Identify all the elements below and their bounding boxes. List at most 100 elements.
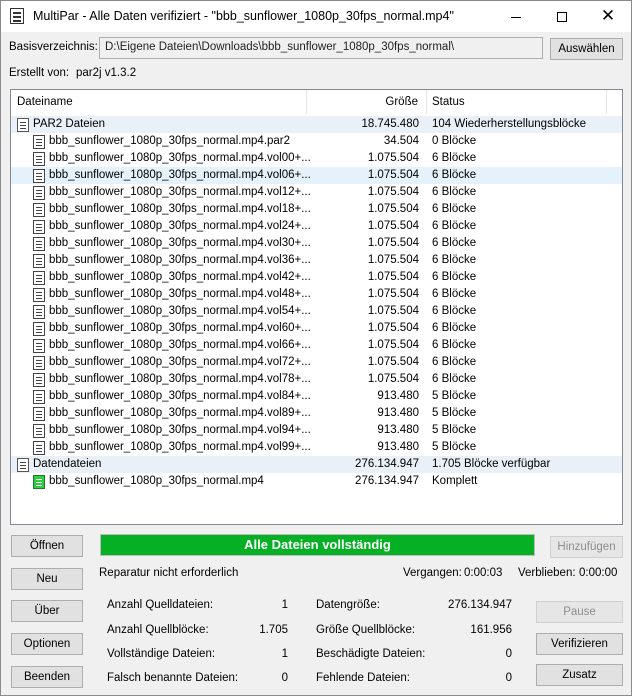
file-name: bbb_sunflower_1080p_30fps_normal.mp4.vol…: [49, 390, 311, 402]
file-status: 6 Blöcke: [432, 169, 477, 181]
file-size: 276.134.947: [355, 458, 419, 470]
file-size: 1.075.504: [367, 203, 419, 215]
par2-file-icon: [33, 407, 45, 421]
source-files-count-value: 1: [281, 599, 288, 611]
main-window: MultiPar - Alle Daten verifiziert - "bbb…: [0, 0, 632, 696]
file-status: 6 Blöcke: [432, 220, 477, 232]
file-size: 1.075.504: [367, 186, 419, 198]
list-item[interactable]: bbb_sunflower_1080p_30fps_normal.mp4.vol…: [11, 303, 622, 320]
list-item[interactable]: bbb_sunflower_1080p_30fps_normal.mp4.vol…: [11, 150, 622, 167]
verify-button[interactable]: Verifizieren: [536, 633, 623, 655]
file-name: bbb_sunflower_1080p_30fps_normal.mp4.vol…: [49, 288, 311, 300]
list-item[interactable]: bbb_sunflower_1080p_30fps_normal.mp4.vol…: [11, 371, 622, 388]
maximize-button[interactable]: [539, 1, 585, 32]
complete-file-icon: [33, 475, 45, 489]
list-item[interactable]: bbb_sunflower_1080p_30fps_normal.mp4.par…: [11, 133, 622, 150]
list-group-row[interactable]: Datendateien 276.134.947 1.705 Blöcke verf…: [11, 456, 622, 473]
file-size: 276.134.947: [355, 475, 419, 487]
source-block-size-value: 161.956: [470, 624, 512, 636]
par2-file-icon: [33, 424, 45, 438]
list-item[interactable]: bbb_sunflower_1080p_30fps_normal.mp4.vol…: [11, 201, 622, 218]
file-list[interactable]: Dateiname Größe Status PAR2 Dateien 18.74…: [10, 89, 623, 525]
source-block-size-label: Größe Quellblöcke:: [316, 624, 416, 636]
list-group-row[interactable]: PAR2 Dateien 18.745.480 104 Wiederherstell…: [11, 116, 622, 133]
complete-files-label: Vollständige Dateien:: [107, 648, 216, 660]
extra-button[interactable]: Zusatz: [536, 664, 623, 686]
add-button[interactable]: Hinzufügen: [550, 536, 623, 558]
par2-file-icon: [33, 169, 45, 183]
list-item[interactable]: bbb_sunflower_1080p_30fps_normal.mp4.vol…: [11, 439, 622, 456]
base-dir-field[interactable]: D:\Eigene Dateien\Downloads\bbb_sunflowe…: [99, 37, 543, 59]
file-size: 913.480: [377, 390, 419, 402]
file-status: 6 Blöcke: [432, 237, 477, 249]
close-button[interactable]: ✕: [585, 1, 631, 32]
file-status: 6 Blöcke: [432, 203, 477, 215]
list-item[interactable]: bbb_sunflower_1080p_30fps_normal.mp4.vol…: [11, 184, 622, 201]
file-status: 6 Blöcke: [432, 339, 477, 351]
list-item[interactable]: bbb_sunflower_1080p_30fps_normal.mp4.vol…: [11, 167, 622, 184]
list-item[interactable]: bbb_sunflower_1080p_30fps_normal.mp4.vol…: [11, 252, 622, 269]
par2-file-icon: [33, 373, 45, 387]
file-status: 6 Blöcke: [432, 186, 477, 198]
options-button[interactable]: Optionen: [11, 633, 83, 655]
file-status: 5 Blöcke: [432, 424, 477, 436]
file-status: 6 Blöcke: [432, 271, 477, 283]
file-status: 1.705 Blöcke verfügbar: [432, 458, 551, 470]
misnamed-files-value: 0: [281, 672, 288, 684]
folder-group-icon: [17, 458, 29, 472]
created-by-label: Erstellt von:: [9, 67, 70, 79]
new-button[interactable]: Neu: [11, 568, 83, 590]
list-item[interactable]: bbb_sunflower_1080p_30fps_normal.mp4.vol…: [11, 286, 622, 303]
list-item[interactable]: bbb_sunflower_1080p_30fps_normal.mp4.vol…: [11, 269, 622, 286]
par2-file-icon: [33, 237, 45, 251]
list-item[interactable]: bbb_sunflower_1080p_30fps_normal.mp4.vol…: [11, 388, 622, 405]
elapsed-label: Vergangen:: [403, 567, 462, 579]
file-name: bbb_sunflower_1080p_30fps_normal.mp4.vol…: [49, 373, 311, 385]
list-item[interactable]: bbb_sunflower_1080p_30fps_normal.mp4.vol…: [11, 235, 622, 252]
base-dir-label: Basisverzeichnis:: [9, 41, 98, 53]
column-header-size[interactable]: Größe: [307, 90, 427, 114]
file-name: bbb_sunflower_1080p_30fps_normal.mp4.vol…: [49, 339, 311, 351]
list-item[interactable]: bbb_sunflower_1080p_30fps_normal.mp4 276.…: [11, 473, 622, 490]
data-size-label: Datengröße:: [316, 599, 380, 611]
missing-files-value: 0: [505, 672, 512, 684]
file-name: bbb_sunflower_1080p_30fps_normal.mp4.vol…: [49, 220, 311, 232]
list-item[interactable]: bbb_sunflower_1080p_30fps_normal.mp4.vol…: [11, 354, 622, 371]
file-status: 0 Blöcke: [432, 135, 477, 147]
list-item[interactable]: bbb_sunflower_1080p_30fps_normal.mp4.vol…: [11, 337, 622, 354]
created-by-value: par2j v1.3.2: [76, 67, 137, 79]
par2-file-icon: [33, 288, 45, 302]
choose-button[interactable]: Auswählen: [550, 38, 623, 60]
folder-group-icon: [17, 118, 29, 132]
list-item[interactable]: bbb_sunflower_1080p_30fps_normal.mp4.vol…: [11, 320, 622, 337]
about-button[interactable]: Über: [11, 600, 83, 622]
list-item[interactable]: bbb_sunflower_1080p_30fps_normal.mp4.vol…: [11, 422, 622, 439]
open-button[interactable]: Öffnen: [11, 535, 83, 557]
column-header-filename[interactable]: Dateiname: [11, 90, 307, 114]
file-name: bbb_sunflower_1080p_30fps_normal.mp4.par…: [49, 135, 291, 147]
missing-files-label: Fehlende Dateien:: [316, 672, 410, 684]
file-name: bbb_sunflower_1080p_30fps_normal.mp4.vol…: [49, 305, 311, 317]
list-item[interactable]: bbb_sunflower_1080p_30fps_normal.mp4.vol…: [11, 405, 622, 422]
status-banner: Alle Dateien vollständig: [100, 534, 535, 556]
source-blocks-count-value: 1.705: [259, 624, 288, 636]
status-message: Reparatur nicht erforderlich: [99, 567, 239, 579]
par2-file-icon: [33, 220, 45, 234]
file-size: 913.480: [377, 424, 419, 436]
minimize-button[interactable]: [493, 1, 539, 32]
file-size: 1.075.504: [367, 271, 419, 283]
title-bar[interactable]: MultiPar - Alle Daten verifiziert - "bbb…: [1, 1, 631, 32]
file-name: bbb_sunflower_1080p_30fps_normal.mp4.vol…: [49, 271, 311, 283]
exit-button[interactable]: Beenden: [11, 666, 83, 688]
column-header-status[interactable]: Status: [427, 90, 607, 114]
file-size: 1.075.504: [367, 322, 419, 334]
file-name: bbb_sunflower_1080p_30fps_normal.mp4: [49, 475, 264, 487]
list-item[interactable]: bbb_sunflower_1080p_30fps_normal.mp4.vol…: [11, 218, 622, 235]
maximize-icon: [557, 12, 567, 23]
data-size-value: 276.134.947: [448, 599, 512, 611]
par2-file-icon: [33, 203, 45, 217]
file-size: 1.075.504: [367, 288, 419, 300]
file-size: 1.075.504: [367, 169, 419, 181]
pause-button[interactable]: Pause: [536, 601, 623, 623]
remaining-label: Verblieben:: [518, 567, 576, 579]
